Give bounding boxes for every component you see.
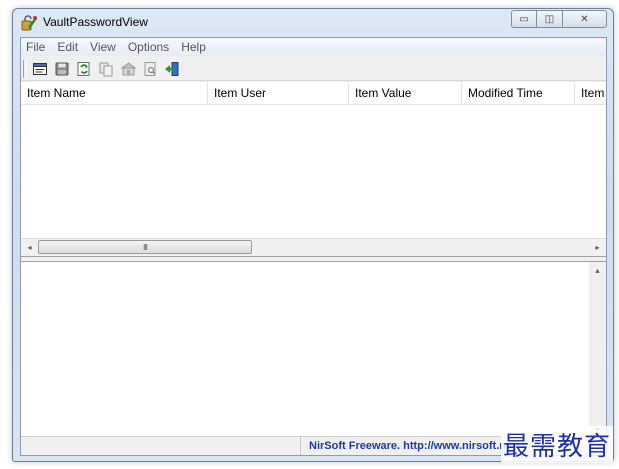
menu-edit[interactable]: Edit bbox=[51, 40, 84, 54]
copy-icon bbox=[99, 62, 113, 76]
html-report-button[interactable] bbox=[119, 60, 137, 78]
scroll-up-arrow[interactable]: ▴ bbox=[589, 262, 606, 279]
horizontal-scroll-thumb[interactable]: III bbox=[38, 240, 252, 254]
save-icon bbox=[55, 62, 69, 75]
menu-help[interactable]: Help bbox=[175, 40, 212, 54]
column-header-item-name[interactable]: Item Name bbox=[21, 82, 208, 104]
menu-options[interactable]: Options bbox=[122, 40, 175, 54]
html-report-icon bbox=[120, 61, 136, 75]
refresh-button[interactable] bbox=[75, 60, 93, 78]
password-list[interactable]: Item Name Item User Item Value Modified … bbox=[21, 82, 606, 257]
column-header-modified-time[interactable]: Modified Time bbox=[462, 82, 575, 104]
vertical-scrollbar[interactable]: ▴ ▾ bbox=[589, 262, 606, 438]
maximize-button[interactable]: ◫ bbox=[537, 10, 563, 28]
close-button[interactable]: ✕ bbox=[563, 10, 607, 28]
minimize-button[interactable]: ▭ bbox=[511, 10, 537, 28]
properties-button[interactable] bbox=[31, 60, 49, 78]
exit-icon bbox=[165, 61, 179, 76]
toolbar bbox=[21, 57, 606, 81]
window-title: VaultPasswordView bbox=[43, 15, 148, 29]
exit-button[interactable] bbox=[163, 60, 181, 78]
copy-button[interactable] bbox=[97, 60, 115, 78]
horizontal-scrollbar[interactable]: ◂ III ▸ bbox=[21, 238, 606, 256]
client-area: File Edit View Options Help Item Name It… bbox=[20, 37, 607, 456]
app-icon bbox=[21, 15, 37, 31]
toolbar-separator bbox=[23, 59, 27, 78]
menu-file[interactable]: File bbox=[21, 40, 51, 54]
refresh-icon bbox=[77, 61, 90, 76]
column-header-item-value[interactable]: Item Value bbox=[349, 82, 462, 104]
title-bar[interactable]: VaultPasswordView ▭ ◫ ✕ bbox=[13, 9, 613, 37]
column-header-item-more[interactable]: Item bbox=[575, 82, 606, 104]
menu-view[interactable]: View bbox=[84, 40, 122, 54]
find-button[interactable] bbox=[141, 60, 159, 78]
scroll-right-arrow[interactable]: ▸ bbox=[589, 239, 606, 256]
detail-pane[interactable]: ▴ ▾ bbox=[21, 261, 606, 438]
status-cell-count bbox=[21, 437, 301, 455]
column-header-item-user[interactable]: Item User bbox=[208, 82, 349, 104]
list-header: Item Name Item User Item Value Modified … bbox=[21, 82, 606, 105]
save-button[interactable] bbox=[53, 60, 71, 78]
find-icon bbox=[144, 61, 156, 76]
watermark-text: 最需教育 bbox=[500, 426, 613, 463]
app-window: VaultPasswordView ▭ ◫ ✕ File Edit View O… bbox=[12, 8, 614, 462]
properties-icon bbox=[33, 62, 47, 75]
menu-bar: File Edit View Options Help bbox=[21, 38, 606, 56]
scroll-left-arrow[interactable]: ◂ bbox=[21, 239, 38, 256]
